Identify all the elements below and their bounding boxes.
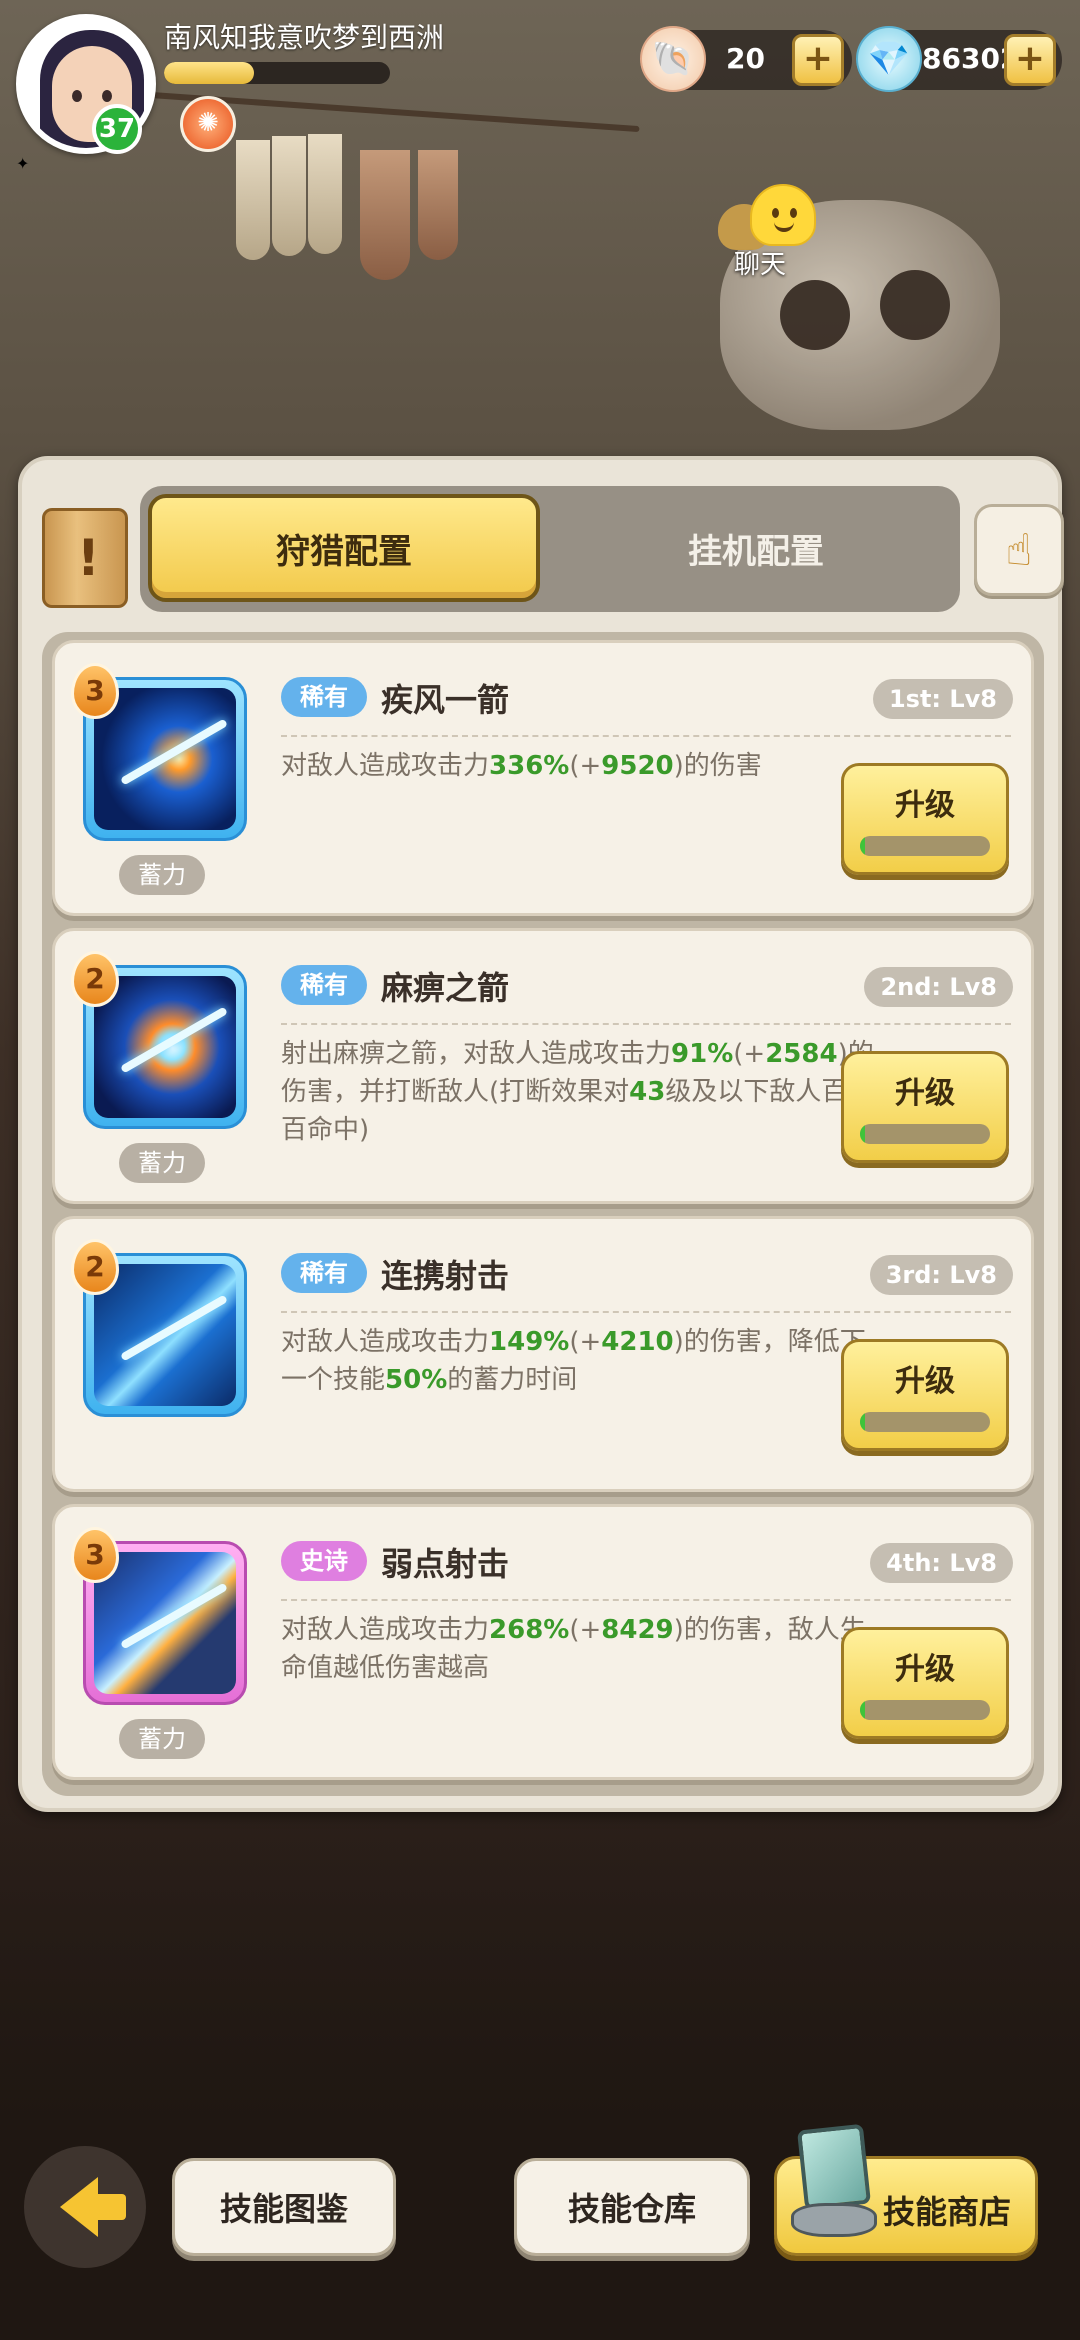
upgrade-button[interactable]: 升级 xyxy=(841,1627,1009,1739)
arrow-skill-icon xyxy=(94,688,236,830)
player-level-badge: 37 xyxy=(92,104,142,154)
exp-bar-fill xyxy=(164,62,255,84)
skill-rank-badge: 3 xyxy=(71,663,119,719)
tab-hunt-config[interactable]: 狩猎配置 xyxy=(148,494,540,602)
hand-pointer-icon: ☝ xyxy=(1005,524,1033,576)
skill-card[interactable]: 2 蓄力 稀有 麻痹之箭 2nd: Lv8 射出麻痹之箭，对敌人造成攻击力91%(+258… xyxy=(52,928,1034,1204)
skill-card[interactable]: 2 稀有 连携射击 3rd: Lv8 对敌人造成攻击力149%(+4210)的伤害，降低… xyxy=(52,1216,1034,1492)
slot-level-badge: 4th: Lv8 xyxy=(870,1543,1013,1583)
diamond-icon: 💎 xyxy=(856,26,922,92)
fang-decoration xyxy=(272,136,306,256)
upgrade-progress-fill xyxy=(860,1124,866,1144)
scroll-icon[interactable]: ! xyxy=(42,508,128,608)
slot-level-badge: 3rd: Lv8 xyxy=(869,1255,1013,1295)
upgrade-label: 升级 xyxy=(895,1652,955,1687)
fang-decoration xyxy=(308,134,342,254)
upgrade-progress-bar xyxy=(860,1412,990,1432)
slot-level-badge: 2nd: Lv8 xyxy=(864,967,1013,1007)
skill-card[interactable]: 3 蓄力 史诗 弱点射击 4th: Lv8 对敌人造成攻击力268%(+8429)的伤害，… xyxy=(52,1504,1034,1780)
skill-book-button[interactable]: 技能图鉴 xyxy=(172,2158,396,2256)
upgrade-progress-fill xyxy=(860,1412,866,1432)
charge-tag: 蓄力 xyxy=(119,855,205,895)
upgrade-progress-fill xyxy=(860,1700,866,1720)
guide-button[interactable]: ☝ xyxy=(974,504,1064,596)
arrow-skill-icon xyxy=(94,1264,236,1406)
divider xyxy=(281,1599,1011,1601)
pelt-decoration xyxy=(418,150,458,260)
upgrade-button[interactable]: 升级 xyxy=(841,1051,1009,1163)
arrow-skill-icon xyxy=(94,1552,236,1694)
upgrade-label: 升级 xyxy=(895,788,955,823)
skill-config-panel: ! 狩猎配置 挂机配置 ☝ 3 蓄力 稀有 疾风一箭 1st: Lv8 对敌人造成攻击力3… xyxy=(18,456,1064,1812)
skill-description: 对敌人造成攻击力336%(+9520)的伤害 xyxy=(281,751,762,781)
skill-storage-button[interactable]: 技能仓库 xyxy=(514,2158,750,2256)
skill-shop-icon xyxy=(791,2123,877,2245)
upgrade-progress-bar xyxy=(860,836,990,856)
skill-rank-badge: 3 xyxy=(71,1527,119,1583)
tab-idle-config[interactable]: 挂机配置 xyxy=(560,494,952,602)
fang-decoration xyxy=(236,140,270,260)
rarity-badge: 稀有 xyxy=(281,677,367,717)
skill-rank-badge: 2 xyxy=(71,951,119,1007)
shell-currency: 🐚 20 + xyxy=(640,26,852,92)
charge-tag: 蓄力 xyxy=(119,1143,205,1183)
skill-description: 对敌人造成攻击力268%(+8429)的伤害，敌人生命值越低伤害越高 xyxy=(281,1615,866,1683)
skill-card[interactable]: 3 蓄力 稀有 疾风一箭 1st: Lv8 对敌人造成攻击力336%(+9520)的伤害升… xyxy=(52,640,1034,916)
divider xyxy=(281,735,1011,737)
upgrade-button[interactable]: 升级 xyxy=(841,1339,1009,1451)
upgrade-progress-fill xyxy=(860,836,866,856)
skill-description: 对敌人造成攻击力149%(+4210)的伤害，降低下一个技能50%的蓄力时间 xyxy=(281,1327,866,1395)
charge-tag: 蓄力 xyxy=(119,1719,205,1759)
divider xyxy=(281,1311,1011,1313)
back-button[interactable] xyxy=(24,2146,146,2268)
skill-name: 连携射击 xyxy=(381,1257,510,1295)
skill-list: 3 蓄力 稀有 疾风一箭 1st: Lv8 对敌人造成攻击力336%(+9520)的伤害升… xyxy=(42,632,1044,1796)
skill-shop-button[interactable]: 技能商店 xyxy=(774,2123,1038,2256)
config-tabs: 狩猎配置 挂机配置 xyxy=(140,486,960,612)
upgrade-progress-bar xyxy=(860,1700,990,1720)
upgrade-label: 升级 xyxy=(895,1076,955,1111)
chat-button[interactable]: 聊天 xyxy=(712,178,832,280)
guild-badge-icon[interactable]: ✺ xyxy=(180,96,236,152)
upgrade-progress-bar xyxy=(860,1124,990,1144)
slot-level-badge: 1st: Lv8 xyxy=(872,679,1013,719)
divider xyxy=(281,1023,1011,1025)
add-diamond-button[interactable]: + xyxy=(1004,34,1056,86)
rarity-badge: 史诗 xyxy=(281,1541,367,1581)
add-shell-button[interactable]: + xyxy=(792,34,844,86)
chat-label: 聊天 xyxy=(734,250,787,280)
shell-count: 20 xyxy=(726,42,765,75)
diamond-currency: 💎 86302 + xyxy=(856,26,1062,92)
smiley-icon xyxy=(750,184,816,246)
player-name: 南风知我意吹梦到西洲 xyxy=(164,21,445,54)
skill-name: 疾风一箭 xyxy=(381,681,510,719)
skill-name: 麻痹之箭 xyxy=(381,969,510,1007)
upgrade-button[interactable]: 升级 xyxy=(841,763,1009,875)
exp-bar xyxy=(164,62,390,84)
shell-icon: 🐚 xyxy=(640,26,706,92)
skill-name: 弱点射击 xyxy=(381,1545,510,1583)
skill-shop-label: 技能商店 xyxy=(883,2193,1012,2231)
rarity-badge: 稀有 xyxy=(281,1253,367,1293)
upgrade-label: 升级 xyxy=(895,1364,955,1399)
skill-description: 射出麻痹之箭，对敌人造成攻击力91%(+2584)的伤害，并打断敌人(打断效果对… xyxy=(281,1039,874,1145)
arrow-skill-icon xyxy=(94,976,236,1118)
class-emblem-icon: ✦ xyxy=(16,154,30,173)
skill-rank-badge: 2 xyxy=(71,1239,119,1295)
rarity-badge: 稀有 xyxy=(281,965,367,1005)
pelt-decoration xyxy=(360,150,410,280)
